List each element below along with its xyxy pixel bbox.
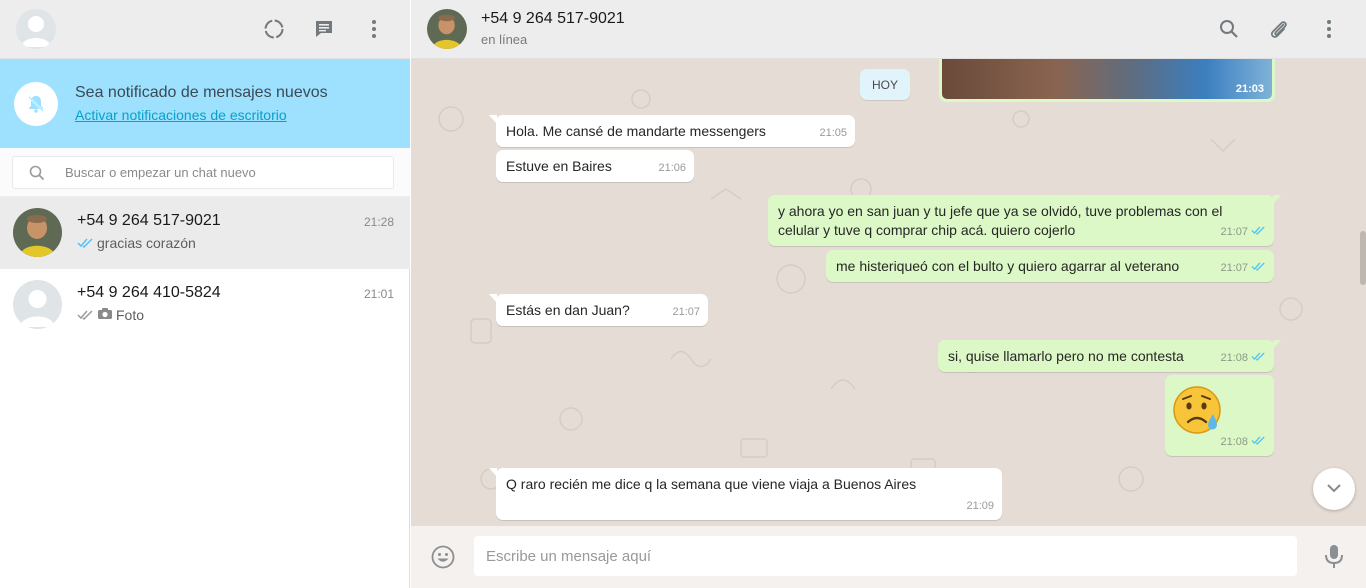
search-input[interactable]	[65, 157, 385, 188]
message-text: Hola. Me cansé de mandarte messengers	[506, 123, 766, 139]
scrollbar-thumb[interactable]	[1360, 231, 1366, 285]
message-time: 21:05	[819, 127, 847, 139]
outgoing-message[interactable]: me histeriqueó con el bulto y quiero aga…	[826, 250, 1274, 282]
message-text: Q raro recién me dice q la semana que vi…	[506, 476, 917, 492]
attach-icon[interactable]	[1267, 17, 1291, 41]
scroll-down-button[interactable]	[1313, 468, 1355, 510]
incoming-message[interactable]: Hola. Me cansé de mandarte messengers 21…	[489, 115, 855, 147]
search-box[interactable]	[12, 156, 394, 189]
message-time: 21:09	[966, 500, 994, 512]
photo-thumbnail[interactable]: 21:03	[942, 59, 1272, 99]
chat-name: +54 9 264 517-9021	[77, 212, 221, 229]
message-time: 21:07	[1220, 226, 1248, 238]
chat-preview: gracias corazón	[77, 235, 196, 251]
notification-banner: Sea notificado de mensajes nuevos Activa…	[0, 59, 410, 148]
message-time: 21:06	[658, 162, 686, 174]
message-meta: 21:07	[1220, 259, 1266, 278]
chat-list-panel: Sea notificado de mensajes nuevos Activa…	[0, 0, 410, 588]
contact-avatar-placeholder	[13, 280, 62, 329]
double-check-read-icon	[1251, 259, 1266, 278]
message-text-line: celular y tuve q comprar chip acá. quier…	[778, 222, 1076, 238]
enable-notifications-link[interactable]: Activar notificaciones de escritorio	[75, 107, 287, 123]
incoming-message[interactable]: Q raro recién me dice q la semana que vi…	[489, 468, 1002, 520]
message-time: 21:07	[672, 306, 700, 318]
message-time: 21:08	[1220, 352, 1248, 364]
message-list[interactable]: 21:03 HOY Hola. Me cansé de mandarte mes…	[411, 59, 1366, 526]
double-check-read-icon	[77, 235, 94, 251]
emoji-icon[interactable]	[430, 544, 456, 570]
message-input[interactable]	[474, 536, 1297, 576]
menu-icon[interactable]	[362, 17, 386, 41]
double-check-read-icon	[1251, 433, 1266, 452]
chat-preview: Foto	[77, 307, 144, 323]
sidebar-header	[0, 0, 410, 59]
contact-status: en línea	[481, 32, 528, 47]
chat-list-item[interactable]: +54 9 264 410-5824 21:01 Foto	[0, 269, 410, 341]
chat-preview-text: gracias corazón	[97, 235, 196, 251]
notification-title: Sea notificado de mensajes nuevos	[75, 84, 328, 101]
my-profile-avatar[interactable]	[16, 9, 56, 49]
search-icon	[29, 165, 45, 186]
chat-preview-text: Foto	[116, 307, 145, 323]
outgoing-emoji-message[interactable]: 21:08	[1165, 375, 1274, 456]
chat-list-item[interactable]: +54 9 264 517-9021 21:28 gracias corazón	[0, 197, 410, 269]
message-composer	[411, 526, 1366, 588]
double-check-read-icon	[1251, 349, 1266, 368]
message-text: me histeriqueó con el bulto y quiero aga…	[836, 258, 1180, 274]
contact-avatar	[13, 208, 62, 257]
double-check-read-icon	[1251, 223, 1266, 242]
message-text: Estás en dan Juan?	[506, 302, 630, 318]
camera-icon	[97, 307, 113, 323]
outgoing-message[interactable]: si, quise llamarlo pero no me contesta 2…	[938, 340, 1281, 372]
double-check-icon	[77, 307, 94, 323]
status-icon[interactable]	[262, 17, 286, 41]
conversation-header[interactable]: +54 9 264 517-9021 en línea	[411, 0, 1366, 59]
message-meta: 21:07	[1220, 223, 1266, 242]
incoming-message[interactable]: Estás en dan Juan? 21:07	[489, 294, 708, 326]
message-time: 21:08	[1220, 436, 1248, 448]
message-meta: 21:08	[1220, 433, 1266, 452]
message-text: y ahora yo en san juan y tu jefe que ya …	[778, 202, 1222, 240]
message-text: si, quise llamarlo pero no me contesta	[948, 348, 1184, 364]
contact-avatar[interactable]	[427, 9, 467, 49]
microphone-icon[interactable]	[1323, 543, 1345, 571]
conversation-panel: +54 9 264 517-9021 en línea 21:03 HOY Ho…	[411, 0, 1366, 588]
search-messages-icon[interactable]	[1217, 17, 1241, 41]
contact-name: +54 9 264 517-9021	[481, 10, 625, 27]
chevron-down-icon	[1326, 480, 1342, 498]
chat-time: 21:28	[363, 215, 394, 229]
message-meta: 21:08	[1220, 349, 1266, 368]
chat-name: +54 9 264 410-5824	[77, 284, 221, 301]
bell-off-icon	[14, 82, 58, 126]
message-text: Estuve en Baires	[506, 158, 612, 174]
message-time: 21:03	[1235, 83, 1264, 95]
date-separator: HOY	[860, 69, 910, 100]
sad-face-emoji	[1172, 384, 1224, 441]
chat-time: 21:01	[363, 287, 394, 301]
conversation-menu-icon[interactable]	[1317, 17, 1341, 41]
search-area	[0, 148, 410, 197]
new-chat-icon[interactable]	[312, 17, 336, 41]
photo-message[interactable]: 21:03	[939, 59, 1275, 102]
incoming-message[interactable]: Estuve en Baires 21:06	[496, 150, 694, 182]
message-text-line: y ahora yo en san juan y tu jefe que ya …	[778, 203, 1223, 219]
outgoing-message[interactable]: y ahora yo en san juan y tu jefe que ya …	[768, 195, 1281, 246]
message-time: 21:07	[1220, 262, 1248, 274]
